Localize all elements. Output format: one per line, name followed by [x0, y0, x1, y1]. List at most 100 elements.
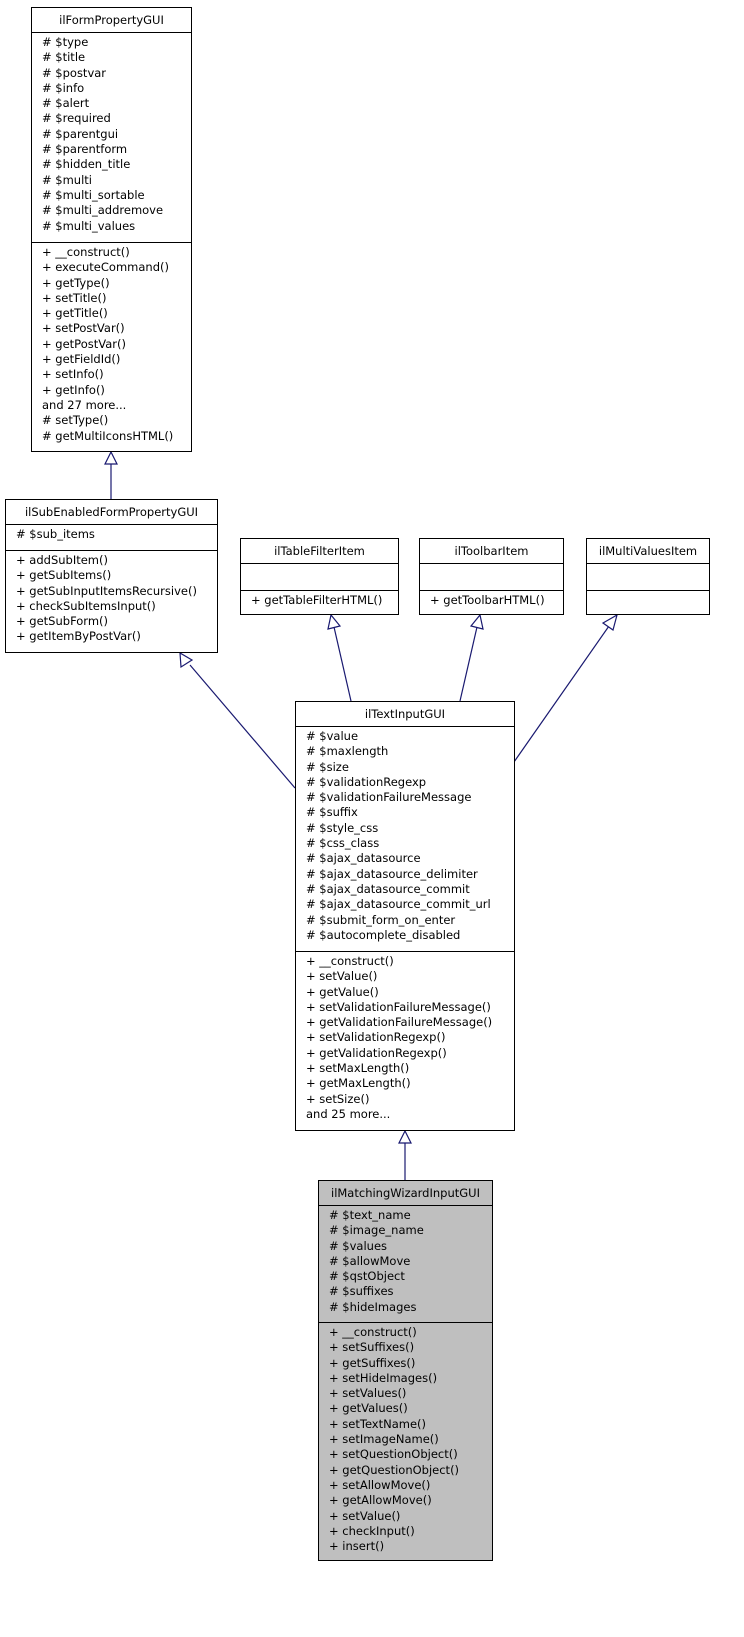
attribute-item: # $parentform — [42, 142, 128, 157]
method-item: + getValues() — [329, 1401, 408, 1416]
attributes-section — [420, 564, 563, 591]
attribute-item: # $title — [42, 50, 86, 65]
attribute-item: # $ajax_datasource_commit — [306, 881, 470, 896]
attribute-item: # $sub_items — [16, 527, 95, 541]
edge-ilTextInputGUI-to-ilTableFilterItem — [327, 613, 352, 702]
method-item: + getFieldId() — [42, 352, 121, 367]
method-item: + setMaxLength() — [306, 1061, 410, 1076]
attribute-item: # $parentgui — [42, 126, 119, 141]
attribute-item: # $suffix — [306, 805, 358, 820]
attributes-section: # $value # $maxlength # $size # $validation… — [296, 727, 514, 952]
method-item: + setTextName() — [329, 1416, 427, 1431]
methods-section — [587, 591, 709, 593]
method-item: + setQuestionObject() — [329, 1447, 458, 1462]
method-item: + setValue() — [306, 969, 378, 984]
attribute-item: # $hideImages — [329, 1299, 417, 1314]
attribute-item: # $css_class — [306, 836, 380, 851]
method-item: + insert() — [329, 1539, 385, 1554]
method-item: + setSize() — [306, 1091, 370, 1106]
class-name: ilToolbarItem — [420, 539, 563, 564]
class-ilMatchingWizardInputGUI[interactable]: ilMatchingWizardInputGUI # $text_name # $… — [318, 1180, 493, 1561]
method-item: + getValidationFailureMessage() — [306, 1015, 493, 1030]
class-name: ilTableFilterItem — [241, 539, 398, 564]
attribute-item: # $multi_sortable — [42, 187, 145, 202]
attribute-item: # $required — [42, 111, 111, 126]
methods-section: + __construct() + setSuffixes() + getSuffi… — [319, 1323, 492, 1554]
class-ilTableFilterItem[interactable]: ilTableFilterItem + getTableFilterHTML() — [240, 538, 399, 615]
attributes-section — [587, 564, 709, 591]
method-item: + setValidationFailureMessage() — [306, 999, 491, 1014]
attribute-item: # $multi_values — [42, 218, 136, 233]
method-item: # setType() — [42, 413, 109, 428]
class-name: ilMatchingWizardInputGUI — [319, 1181, 492, 1206]
attribute-item: # $info — [42, 80, 85, 95]
class-ilToolbarItem[interactable]: ilToolbarItem + getToolbarHTML() — [419, 538, 564, 615]
method-item: + setValues() — [329, 1386, 407, 1401]
method-item: + __construct() — [329, 1325, 417, 1339]
attribute-item: # $allowMove — [329, 1253, 411, 1268]
attribute-item: # $ajax_datasource_commit_url — [306, 897, 491, 912]
methods-section: + addSubItem() + getSubItems() + getSubInp… — [6, 551, 217, 645]
class-ilMultiValuesItem[interactable]: ilMultiValuesItem — [586, 538, 710, 615]
class-ilFormPropertyGUI[interactable]: ilFormPropertyGUI # $type # $title # $post… — [31, 7, 192, 452]
attribute-item: # $alert — [42, 96, 90, 111]
class-name: ilTextInputGUI — [296, 702, 514, 727]
method-item: + getValue() — [306, 984, 379, 999]
attribute-item: # $suffixes — [329, 1284, 394, 1299]
edge-ilTextInputGUI-to-ilToolbarItem — [459, 613, 484, 702]
method-item: + checkInput() — [329, 1523, 415, 1538]
method-item: + getInfo() — [42, 382, 105, 397]
attribute-item: # $values — [329, 1238, 388, 1253]
attributes-section: # $sub_items — [6, 525, 217, 551]
method-item: + getTableFilterHTML() — [251, 593, 383, 607]
method-item: + setPostVar() — [42, 321, 125, 336]
method-item: + getType() — [42, 275, 110, 290]
attribute-item: # $validationFailureMessage — [306, 790, 472, 805]
attribute-item: # $image_name — [329, 1223, 424, 1238]
method-item: + setAllowMove() — [329, 1477, 431, 1492]
methods-section: + getToolbarHTML() — [420, 591, 563, 608]
method-item: + setValidationRegexp() — [306, 1030, 446, 1045]
methods-section: + __construct() + setValue() + getValue() +… — [296, 952, 514, 1122]
method-item: and 25 more... — [306, 1106, 391, 1121]
method-item: + setValue() — [329, 1508, 401, 1523]
method-item: + getSubItems() — [16, 568, 112, 583]
attribute-item: # $validationRegexp — [306, 774, 427, 789]
method-item: + getItemByPostVar() — [16, 629, 141, 644]
attribute-item: # $autocomplete_disabled — [306, 927, 461, 942]
edge-ilMatchingWizardInputGUI-to-ilTextInputGUI — [398, 1129, 412, 1180]
attribute-item: # $size — [306, 759, 349, 774]
method-item: + getAllowMove() — [329, 1493, 432, 1508]
method-item: + checkSubItemsInput() — [16, 598, 156, 613]
method-item: + getMaxLength() — [306, 1076, 411, 1091]
attribute-item: # $maxlength — [306, 744, 389, 759]
attribute-item: # $text_name — [329, 1208, 411, 1222]
edge-ilTextInputGUI-to-ilSubEnabledFormPropertyGUI — [179, 651, 296, 789]
method-item: + getToolbarHTML() — [430, 593, 545, 607]
methods-section: + __construct() + executeCommand() + getTy… — [32, 243, 191, 444]
class-ilSubEnabledFormPropertyGUI[interactable]: ilSubEnabledFormPropertyGUI # $sub_items… — [5, 499, 218, 653]
method-item: + __construct() — [306, 954, 394, 968]
attribute-item: # $qstObject — [329, 1269, 405, 1284]
method-item: + getTitle() — [42, 306, 108, 321]
attribute-item: # $style_css — [306, 820, 379, 835]
attribute-item: # $ajax_datasource_delimiter — [306, 866, 478, 881]
attributes-section: # $type # $title # $postvar # $info # $alert… — [32, 33, 191, 243]
methods-section: + getTableFilterHTML() — [241, 591, 398, 608]
method-item: + getPostVar() — [42, 336, 126, 351]
method-item: # getMultiIconsHTML() — [42, 428, 174, 443]
method-item: + setHideImages() — [329, 1370, 438, 1385]
method-item: + getValidationRegexp() — [306, 1045, 447, 1060]
class-ilTextInputGUI[interactable]: ilTextInputGUI # $value # $maxlength # $si… — [295, 701, 515, 1131]
attribute-item: # $value — [306, 729, 359, 743]
attribute-item: # $multi — [42, 172, 92, 187]
attribute-item: # $hidden_title — [42, 157, 131, 172]
method-item: + getSuffixes() — [329, 1355, 416, 1370]
attribute-item: # $postvar — [42, 65, 107, 80]
class-name: ilSubEnabledFormPropertyGUI — [6, 500, 217, 525]
edge-ilTextInputGUI-to-ilMultiValuesItem — [513, 613, 618, 763]
method-item: + setTitle() — [42, 290, 107, 305]
method-item: + executeCommand() — [42, 260, 169, 275]
edge-ilSubEnabledFormPropertyGUI-to-ilFormPropertyGUI — [104, 450, 118, 499]
method-item: + getQuestionObject() — [329, 1462, 460, 1477]
